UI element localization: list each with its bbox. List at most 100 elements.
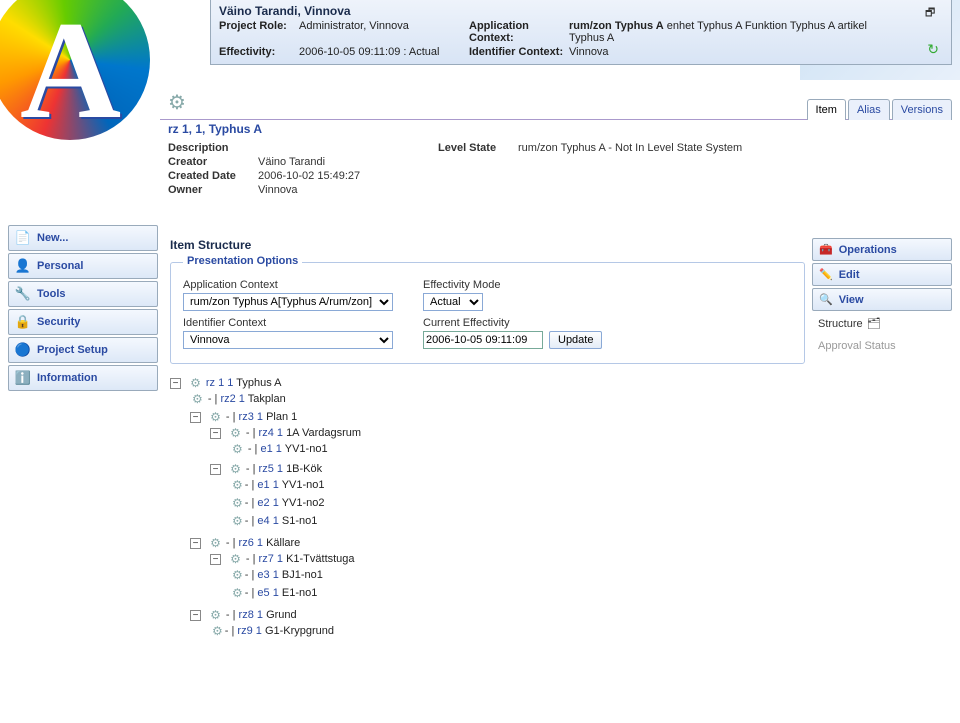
tree-link[interactable]: rz 1 1 xyxy=(206,377,234,389)
tree-link[interactable]: rz6 1 xyxy=(239,537,263,549)
nav-approval-status[interactable]: Approval Status xyxy=(812,336,952,356)
tree-link[interactable]: rz4 1 xyxy=(259,427,283,439)
nav-new[interactable]: 📄New... xyxy=(8,225,158,251)
tree-label: Plan 1 xyxy=(266,411,297,423)
item-tree: − ⚙ rz 1 1 Typhus A ⚙ - | rz2 1 Takplan … xyxy=(170,374,805,644)
identifier-context-label: Identifier Context: xyxy=(469,46,569,58)
update-button[interactable]: Update xyxy=(549,331,602,349)
tree-link[interactable]: e5 1 xyxy=(257,587,278,599)
collapse-icon[interactable]: − xyxy=(210,554,221,565)
tree-link[interactable]: e3 1 xyxy=(257,569,278,581)
gear-icon: ⚙ xyxy=(210,536,221,550)
tab-item[interactable]: Item xyxy=(807,99,846,120)
left-nav: 📄New... 👤Personal 🔧Tools 🔒Security 🔵Proj… xyxy=(8,225,158,393)
tab-alias[interactable]: Alias xyxy=(848,99,890,120)
tree-label: Takplan xyxy=(248,393,286,405)
owner-value: Vinnova xyxy=(258,184,438,196)
gear-icon: ⚙ xyxy=(210,608,221,622)
collapse-icon[interactable]: − xyxy=(210,428,221,439)
tree-node: − ⚙ rz 1 1 Typhus A ⚙ - | rz2 1 Takplan … xyxy=(170,374,805,644)
creator-value: Väino Tarandi xyxy=(258,156,438,168)
collapse-icon[interactable]: − xyxy=(190,538,201,549)
gear-icon: ⚙ xyxy=(232,568,243,582)
id-context-select[interactable]: Vinnova xyxy=(183,331,393,349)
collapse-icon[interactable]: − xyxy=(170,378,181,389)
collapse-icon[interactable]: − xyxy=(210,464,221,475)
cur-eff-label: Current Effectivity xyxy=(423,317,602,329)
gear-icon: ⚙ xyxy=(232,442,243,456)
tree-label: Grund xyxy=(266,609,297,621)
header-panel: 🗗 Väino Tarandi, Vinnova Project Role: A… xyxy=(210,0,952,65)
tree-link[interactable]: e4 1 xyxy=(257,515,278,527)
setup-icon: 🔵 xyxy=(15,342,31,358)
nav-tools[interactable]: 🔧Tools xyxy=(8,281,158,307)
collapse-icon[interactable]: − xyxy=(190,412,201,423)
app-context-label: Application Context: xyxy=(469,20,569,44)
tree-label: S1-no1 xyxy=(282,515,317,527)
tree-node: − ⚙ - | rz6 1 Källare − ⚙ - | rz7 1 K1-T… xyxy=(190,534,805,606)
tree-label: Typhus A xyxy=(236,377,281,389)
id-context-field-label: Identifier Context xyxy=(183,317,393,329)
structure-icon: 🗂 xyxy=(867,317,881,330)
gear-icon: ⚙ xyxy=(190,376,201,390)
tree-link[interactable]: rz7 1 xyxy=(259,553,283,565)
app-context-value: rum/zon Typhus A enhet Typhus A Funktion… xyxy=(569,20,869,44)
app-context-select[interactable]: rum/zon Typhus A[Typhus A/rum/zon] xyxy=(183,293,393,311)
person-icon: 👤 xyxy=(15,258,31,274)
project-role-value: Administrator, Vinnova xyxy=(299,20,469,44)
tree-node: − ⚙ - | rz4 1 1A Vardagsrum ⚙ - | e1 1 Y… xyxy=(210,424,805,460)
tree-link[interactable]: rz2 1 xyxy=(220,393,244,405)
main-content: Item Structure Presentation Options Appl… xyxy=(170,238,805,723)
nav-security[interactable]: 🔒Security xyxy=(8,309,158,335)
nav-operations[interactable]: 🧰Operations xyxy=(812,238,952,261)
tree-link[interactable]: e2 1 xyxy=(257,497,278,509)
level-state-value: rum/zon Typhus A - Not In Level State Sy… xyxy=(518,142,952,154)
nav-structure[interactable]: Structure 🗂 xyxy=(812,313,952,334)
tree-label: Källare xyxy=(266,537,300,549)
level-state-label: Level State xyxy=(438,142,518,154)
gear-icon: ⚙ xyxy=(212,624,223,638)
tree-label: YV1-no2 xyxy=(282,497,325,509)
description-value xyxy=(258,142,438,154)
tree-link[interactable]: e1 1 xyxy=(257,479,278,491)
collapse-icon[interactable]: − xyxy=(190,610,201,621)
info-icon: ℹ️ xyxy=(15,370,31,386)
app-logo: A xyxy=(0,0,180,180)
tree-node: ⚙ - | e1 1 YV1-no1 xyxy=(230,440,805,458)
nav-personal[interactable]: 👤Personal xyxy=(8,253,158,279)
tree-label: YV1-no1 xyxy=(285,443,328,455)
tree-node: − ⚙ - | rz8 1 Grund ⚙- | rz9 1 G1-Krypgr… xyxy=(190,606,805,642)
gear-icon: ⚙ xyxy=(192,392,203,406)
nav-information[interactable]: ℹ️Information xyxy=(8,365,158,391)
pencil-icon: ✏️ xyxy=(819,268,833,281)
tree-label: 1A Vardagsrum xyxy=(286,427,361,439)
tree-link[interactable]: rz9 1 xyxy=(237,625,261,637)
effectivity-label: Effectivity: xyxy=(219,46,299,58)
tree-node: ⚙ - | rz2 1 Takplan xyxy=(190,390,805,408)
header-user-title: Väino Tarandi, Vinnova xyxy=(219,4,943,20)
object-toolbar: ⚙ Item Alias Versions xyxy=(160,84,952,120)
project-role-label: Project Role: xyxy=(219,20,299,44)
tab-versions[interactable]: Versions xyxy=(892,99,952,120)
tree-node: ⚙- | e2 1 YV1-no2 xyxy=(230,494,805,512)
description-label: Description xyxy=(168,142,258,154)
nav-project-setup[interactable]: 🔵Project Setup xyxy=(8,337,158,363)
tree-link[interactable]: rz3 1 xyxy=(239,411,263,423)
nav-edit[interactable]: ✏️Edit xyxy=(812,263,952,286)
object-title: rz 1, 1, Typhus A xyxy=(168,122,952,136)
refresh-icon[interactable]: ↻ xyxy=(927,41,939,58)
app-icon: 🗗 xyxy=(925,4,941,20)
tree-link[interactable]: e1 1 xyxy=(260,443,281,455)
tree-node: ⚙- | e3 1 BJ1-no1 xyxy=(230,566,805,584)
tree-link[interactable]: rz8 1 xyxy=(239,609,263,621)
nav-view[interactable]: 🔍View xyxy=(812,288,952,311)
cur-eff-input[interactable] xyxy=(423,331,543,349)
tree-node: − ⚙ - | rz3 1 Plan 1 − ⚙ - | rz4 1 1A Va… xyxy=(190,408,805,534)
tree-node: ⚙- | e5 1 E1-no1 xyxy=(230,584,805,602)
presentation-options: Presentation Options Application Context… xyxy=(170,262,805,364)
tree-link[interactable]: rz5 1 xyxy=(259,463,283,475)
eff-mode-select[interactable]: Actual xyxy=(423,293,483,311)
gear-icon: ⚙ xyxy=(232,586,243,600)
tree-label: G1-Krypgrund xyxy=(265,625,334,637)
created-date-label: Created Date xyxy=(168,170,258,182)
